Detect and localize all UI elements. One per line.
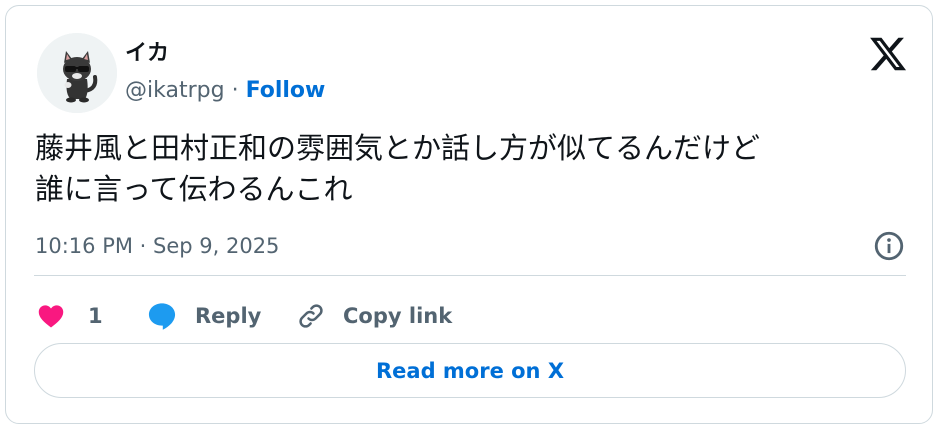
- heart-icon: [38, 305, 64, 328]
- reply-bubble-icon: [148, 303, 176, 330]
- author-handle-row: @ikatrpg · Follow: [125, 76, 325, 106]
- read-more-label: Read more on X: [375, 358, 565, 383]
- cat-avatar-icon: [37, 33, 117, 113]
- tweet-embed-card: イカ @ikatrpg · Follow 藤井風と田村正和の雰囲気とか話し方が似…: [5, 5, 933, 424]
- tweet-text: 藤井風と田村正和の雰囲気とか話し方が似てるんだけど 誰に言って伝わるんこれ: [35, 131, 761, 206]
- author-handle[interactable]: @ikatrpg: [125, 78, 225, 103]
- link-icon: [299, 304, 323, 328]
- tweet-timestamp[interactable]: 10:16 PM · Sep 9, 2025: [35, 230, 279, 262]
- follow-button[interactable]: Follow: [246, 78, 326, 103]
- action-bar: 1 Reply Copy link: [36, 296, 452, 336]
- copy-link-button[interactable]: Copy link: [296, 301, 452, 331]
- like-button[interactable]: 1: [36, 301, 146, 331]
- x-logo-icon[interactable]: [868, 34, 908, 74]
- info-icon[interactable]: [872, 229, 906, 263]
- read-more-button[interactable]: Read more on X: [34, 343, 906, 398]
- reply-button[interactable]: Reply: [146, 300, 296, 332]
- author-display-name[interactable]: イカ: [125, 40, 169, 68]
- avatar[interactable]: [37, 33, 117, 113]
- divider: [34, 275, 906, 276]
- copy-link-label: Copy link: [343, 304, 453, 328]
- reply-label: Reply: [195, 304, 262, 328]
- handle-separator: ·: [231, 78, 239, 103]
- like-count: 1: [88, 304, 103, 328]
